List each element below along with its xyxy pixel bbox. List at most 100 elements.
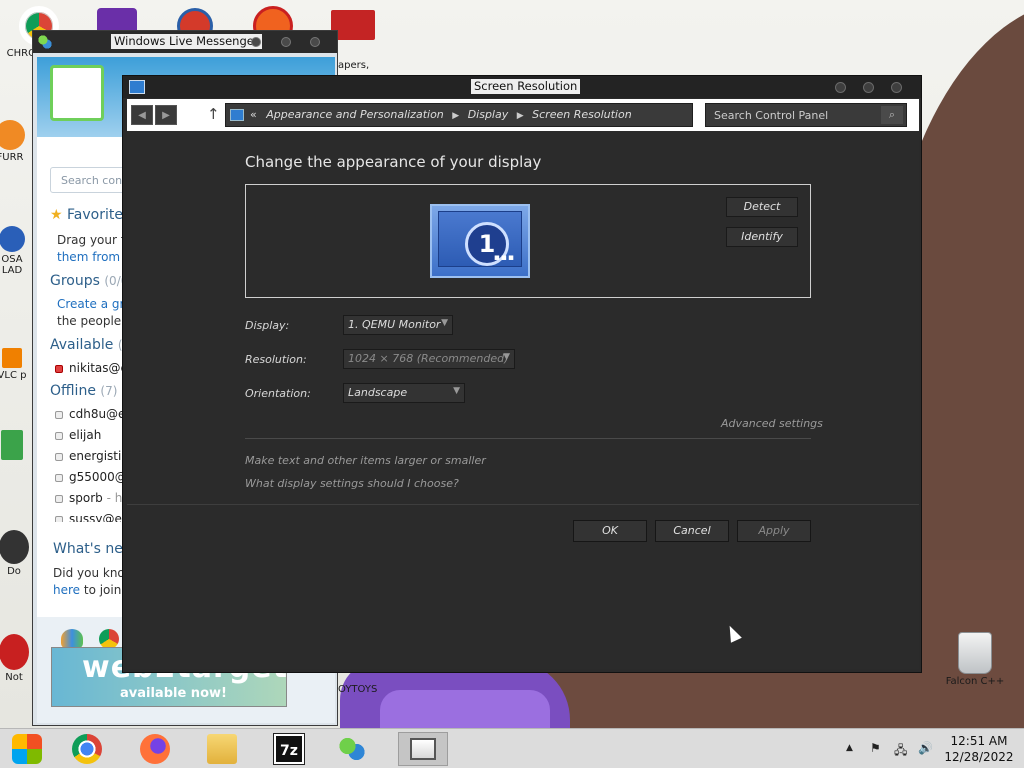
- desktop-icon-label: Falcon C++: [945, 676, 1005, 687]
- recycle-bin-icon: [958, 632, 992, 674]
- status-offline-icon: [55, 494, 63, 503]
- favorites-title: Favorite: [67, 207, 123, 223]
- resolution-select[interactable]: 1024 × 768 (Recommended) ▼: [343, 349, 515, 369]
- search-control-panel-input[interactable]: Search Control Panel ⌕: [705, 103, 907, 127]
- whats-new-link[interactable]: here: [53, 583, 80, 597]
- desktop-icon-osa[interactable]: OSA LAD: [0, 226, 30, 276]
- maximize-button[interactable]: [863, 82, 874, 93]
- create-group-link[interactable]: Create a gro: [57, 297, 131, 311]
- messenger-icon: [337, 734, 367, 764]
- avatar[interactable]: [50, 65, 104, 121]
- contact-name: elijah: [69, 428, 102, 442]
- cancel-button[interactable]: Cancel: [655, 520, 729, 542]
- orientation-label: Orientation:: [245, 387, 311, 400]
- desktop-icon-furr[interactable]: FURR: [0, 120, 30, 163]
- groups-header[interactable]: Groups (0/0: [50, 273, 128, 289]
- forward-button[interactable]: ▶: [155, 105, 177, 125]
- messenger-icon: [38, 35, 52, 49]
- clock-time: 12:51 AM: [950, 734, 1008, 748]
- breadcrumb-item[interactable]: Display: [468, 108, 509, 121]
- taskbar-firefox[interactable]: [130, 732, 180, 766]
- close-button[interactable]: [310, 37, 320, 47]
- messenger-title: Windows Live Messenger: [111, 34, 262, 49]
- window-title: Screen Resolution: [471, 79, 581, 94]
- breadcrumb-item[interactable]: Appearance and Personalization: [266, 108, 444, 121]
- breadcrumb-item[interactable]: Screen Resolution: [532, 108, 632, 121]
- orientation-select[interactable]: Landscape ▼: [343, 383, 465, 403]
- display-label: Display:: [245, 319, 290, 332]
- back-button[interactable]: ◀: [131, 105, 153, 125]
- minimize-button[interactable]: [251, 37, 261, 47]
- show-hidden-icons-button[interactable]: ▲: [846, 743, 853, 753]
- favorites-hint-link[interactable]: them from y: [57, 250, 131, 264]
- orientation-value: Landscape: [348, 386, 408, 399]
- start-button[interactable]: [2, 732, 52, 766]
- breadcrumb-overflow[interactable]: «: [250, 108, 257, 121]
- desktop-icon-h[interactable]: [0, 430, 30, 462]
- clock-date: 12/28/2022: [944, 750, 1014, 764]
- taskbar-messenger[interactable]: [327, 732, 377, 766]
- chrome-icon: [72, 734, 102, 764]
- chevron-right-icon[interactable]: ▶: [517, 111, 524, 121]
- app-icon: [0, 530, 29, 564]
- desktop-icon-recycle-bin[interactable]: Falcon C++: [940, 632, 1010, 687]
- detect-button[interactable]: Detect: [726, 197, 798, 217]
- contact-item[interactable]: sporb - ho: [55, 491, 130, 505]
- available-header[interactable]: Available (: [50, 337, 123, 353]
- desktop-icon-vlc[interactable]: VLC p: [0, 348, 30, 381]
- action-center-flag-icon[interactable]: ⚑: [870, 741, 881, 755]
- breadcrumb: « Appearance and Personalization ▶ Displ…: [250, 108, 632, 121]
- favorites-header[interactable]: ★ Favorite: [50, 207, 123, 223]
- search-icon[interactable]: ⌕: [881, 106, 903, 124]
- resolution-value: 1024 × 768 (Recommended): [348, 352, 509, 365]
- chevron-right-icon[interactable]: ▶: [452, 111, 459, 121]
- contact-item[interactable]: sussy@es: [55, 512, 128, 522]
- taskbar-7zip[interactable]: 7z: [264, 732, 314, 766]
- desktop-icon-label: FURR: [0, 152, 24, 163]
- text-size-link[interactable]: Make text and other items larger or smal…: [245, 454, 486, 467]
- divider: [245, 438, 811, 439]
- identify-button[interactable]: Identify: [726, 227, 798, 247]
- volume-icon[interactable]: 🔊: [918, 741, 933, 755]
- system-clock[interactable]: 12:51 AM 12/28/2022: [944, 733, 1014, 765]
- messenger-titlebar[interactable]: Windows Live Messenger: [33, 31, 337, 53]
- desktop-icon-label: Not: [5, 672, 23, 683]
- offline-header[interactable]: Offline (7): [50, 383, 117, 399]
- offline-count: (7): [100, 384, 118, 398]
- desktop-label-toytoys: OYTOYS: [338, 684, 378, 695]
- contact-item[interactable]: elijah: [55, 428, 101, 442]
- taskbar-explorer[interactable]: [197, 732, 247, 766]
- desktop-icon-do[interactable]: Do: [0, 530, 34, 577]
- monitor-1-icon[interactable]: 1 ▪▪▪: [430, 204, 530, 278]
- maximize-button[interactable]: [281, 37, 291, 47]
- navigation-bar: ◀ ▶ ↑ « Appearance and Personalization ▶…: [127, 99, 919, 131]
- contact-item[interactable]: nikitas@e: [55, 361, 128, 375]
- taskbar-chrome[interactable]: [62, 732, 112, 766]
- contact-name: nikitas@e: [69, 361, 128, 375]
- whats-new-suffix: to join: [80, 583, 122, 597]
- address-bar[interactable]: « Appearance and Personalization ▶ Displ…: [225, 103, 790, 127]
- window-titlebar[interactable]: Screen Resolution: [123, 76, 921, 98]
- chevron-down-icon: ▼: [441, 318, 448, 328]
- app-icon: [0, 634, 29, 670]
- contact-item[interactable]: energistic: [55, 449, 128, 463]
- ok-button[interactable]: OK: [573, 520, 647, 542]
- minimize-button[interactable]: [835, 82, 846, 93]
- contact-item[interactable]: cdh8u@es: [55, 407, 132, 421]
- status-offline-icon: [55, 473, 63, 482]
- up-arrow-icon[interactable]: ↑: [207, 105, 220, 123]
- advanced-settings-link[interactable]: Advanced settings: [721, 417, 823, 430]
- taskbar-control-panel[interactable]: [398, 732, 448, 766]
- status-offline-icon: [55, 410, 63, 419]
- groups-hint: the people y: [57, 314, 133, 328]
- network-icon[interactable]: 🖧: [894, 741, 907, 762]
- chrome-icon[interactable]: [99, 629, 119, 649]
- monitor-screen: 1 ▪▪▪: [438, 211, 522, 267]
- display-help-link[interactable]: What display settings should I choose?: [245, 477, 459, 490]
- contact-name: sporb: [69, 491, 103, 505]
- close-button[interactable]: [891, 82, 902, 93]
- display-select[interactable]: 1. QEMU Monitor ▼: [343, 315, 453, 335]
- desktop-icon-not[interactable]: Not: [0, 634, 34, 683]
- apply-button[interactable]: Apply: [737, 520, 811, 542]
- butterfly-icon[interactable]: [61, 629, 83, 649]
